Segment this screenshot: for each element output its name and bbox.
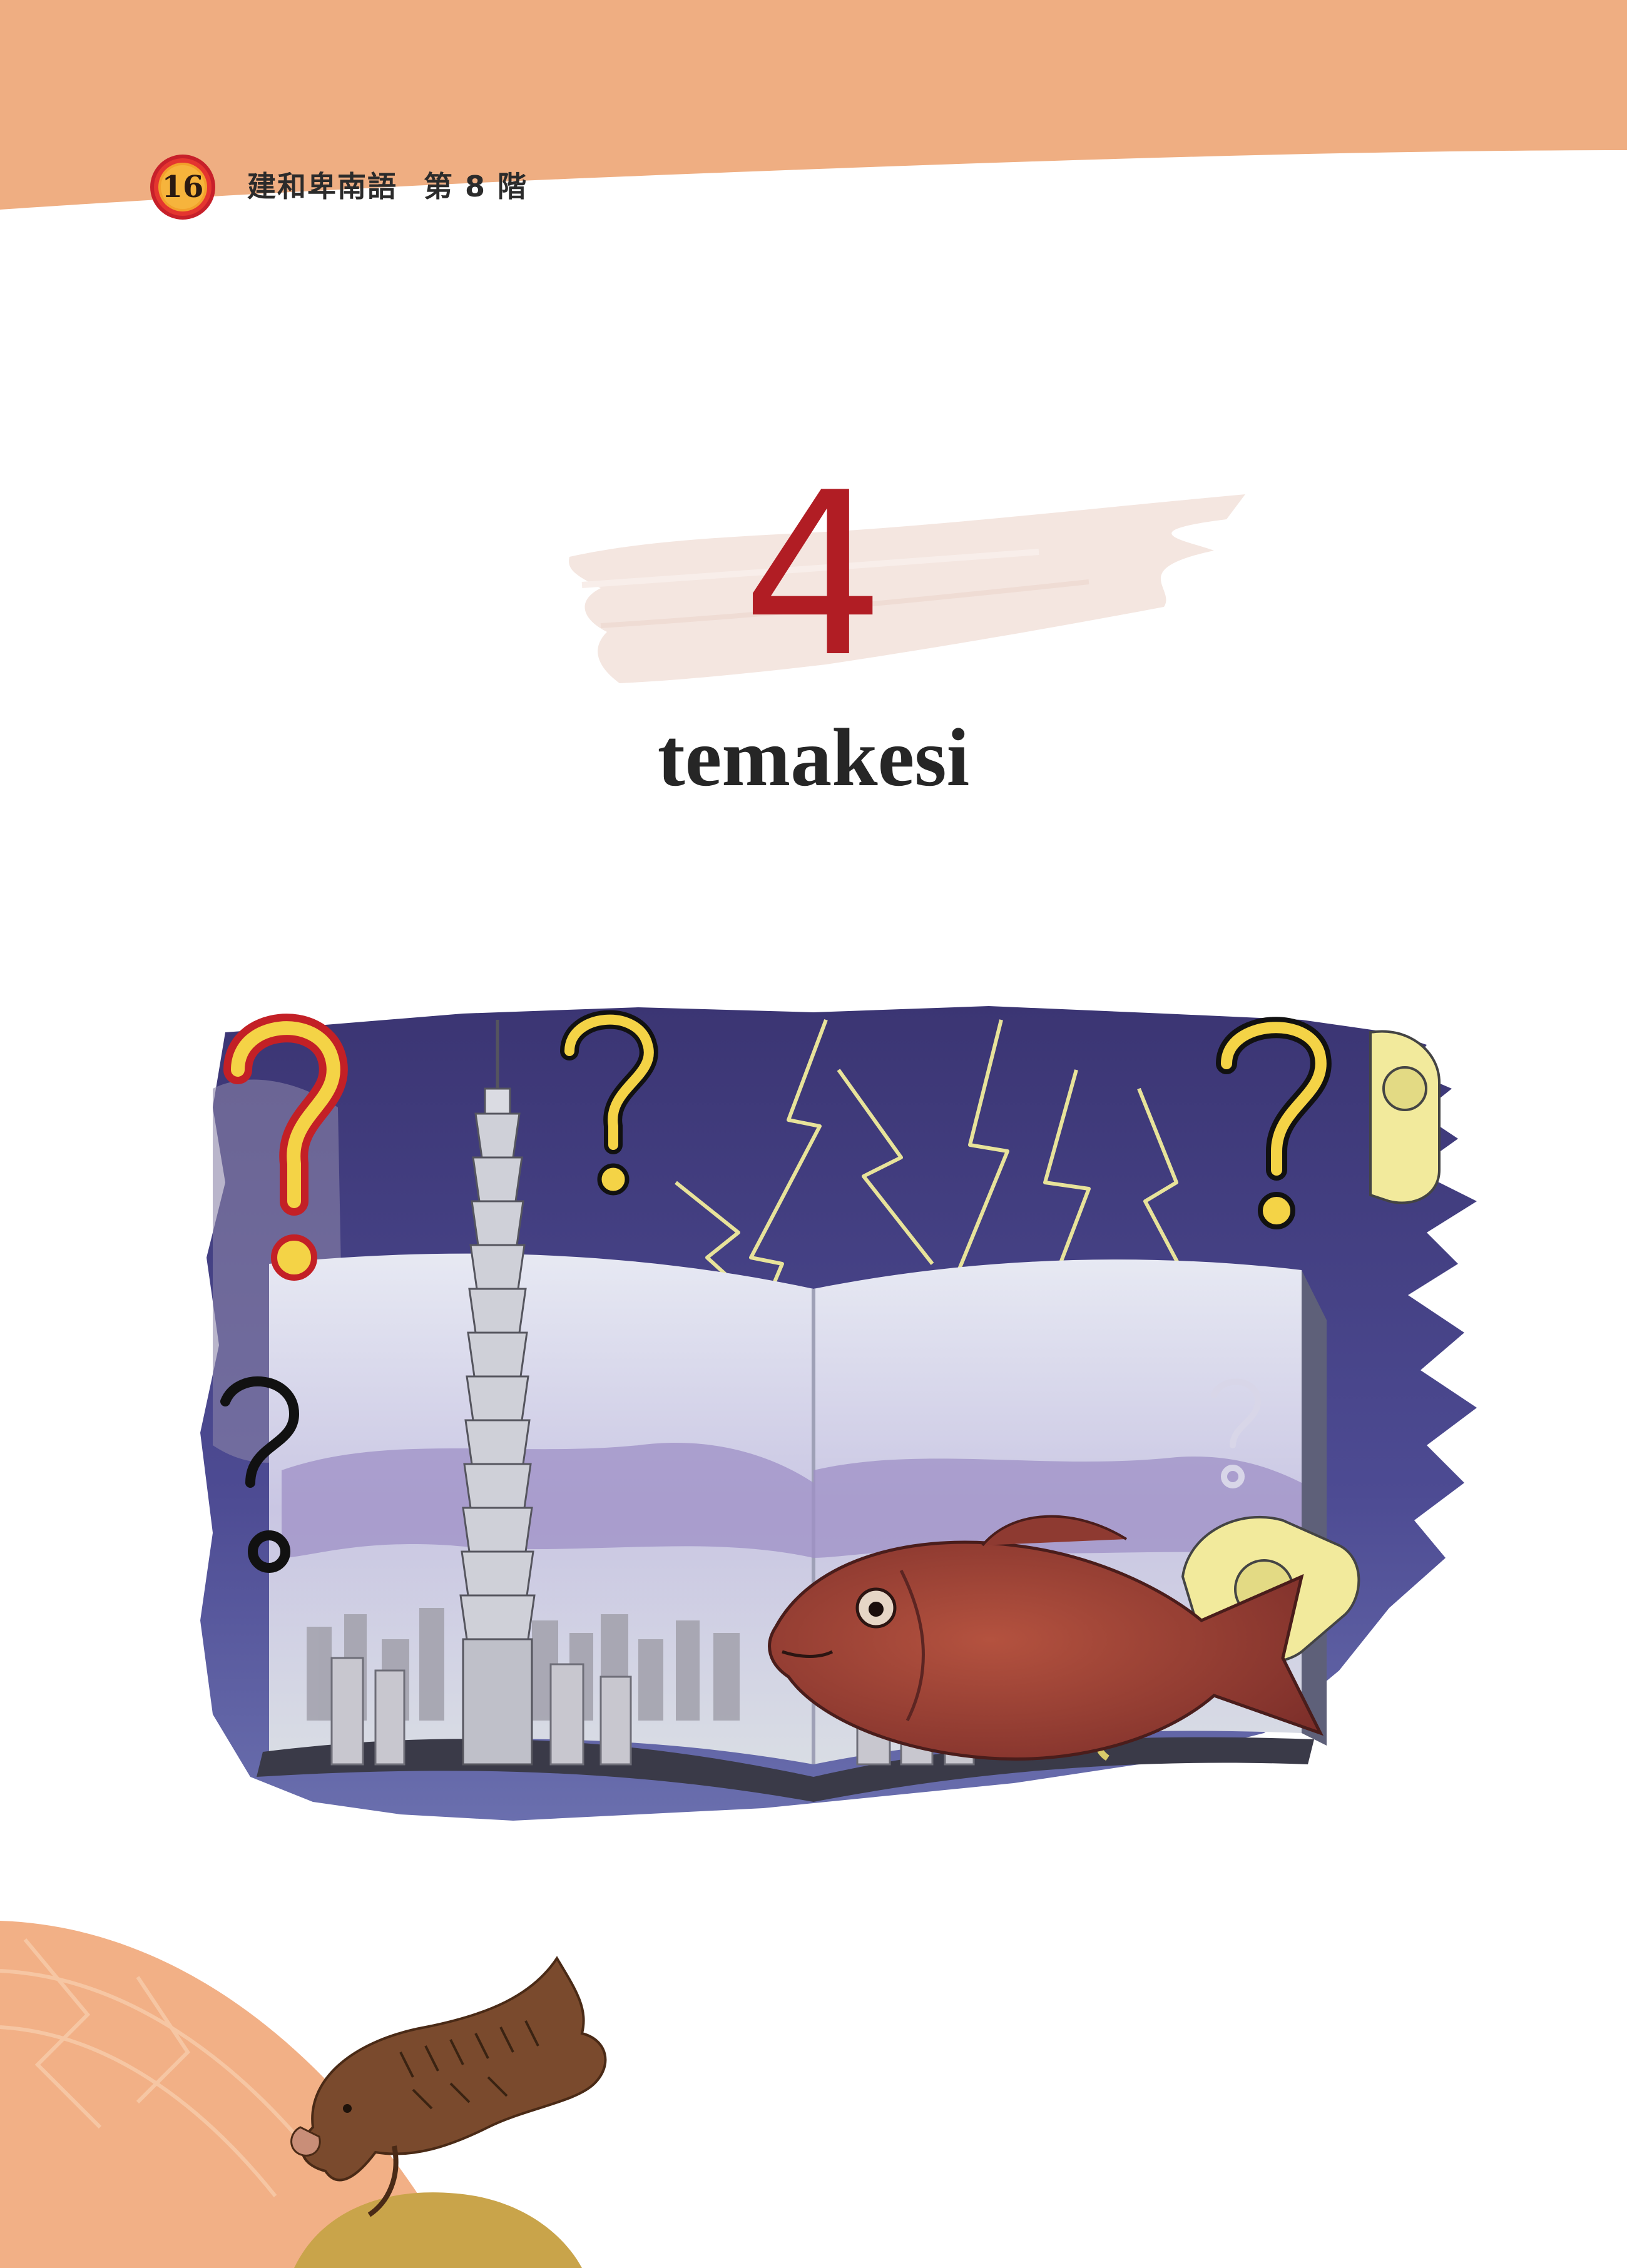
lesson-illustration xyxy=(200,1006,1477,1821)
header-band xyxy=(0,0,1627,210)
document-page: 16 建和卑南語第 8 階 4 temakesi xyxy=(0,0,1627,2268)
bottom-decoration xyxy=(0,1921,607,2268)
page-number: 16 xyxy=(161,170,204,205)
level-label: 第 8 階 xyxy=(424,170,528,203)
book-title: 建和卑南語 xyxy=(247,170,397,203)
lesson-number: 4 xyxy=(742,444,885,706)
telephone-top xyxy=(1369,1030,1441,1204)
running-header: 建和卑南語第 8 階 xyxy=(247,164,554,205)
lesson-title: temakesi xyxy=(657,711,970,803)
boar-illustration xyxy=(290,1956,607,2217)
